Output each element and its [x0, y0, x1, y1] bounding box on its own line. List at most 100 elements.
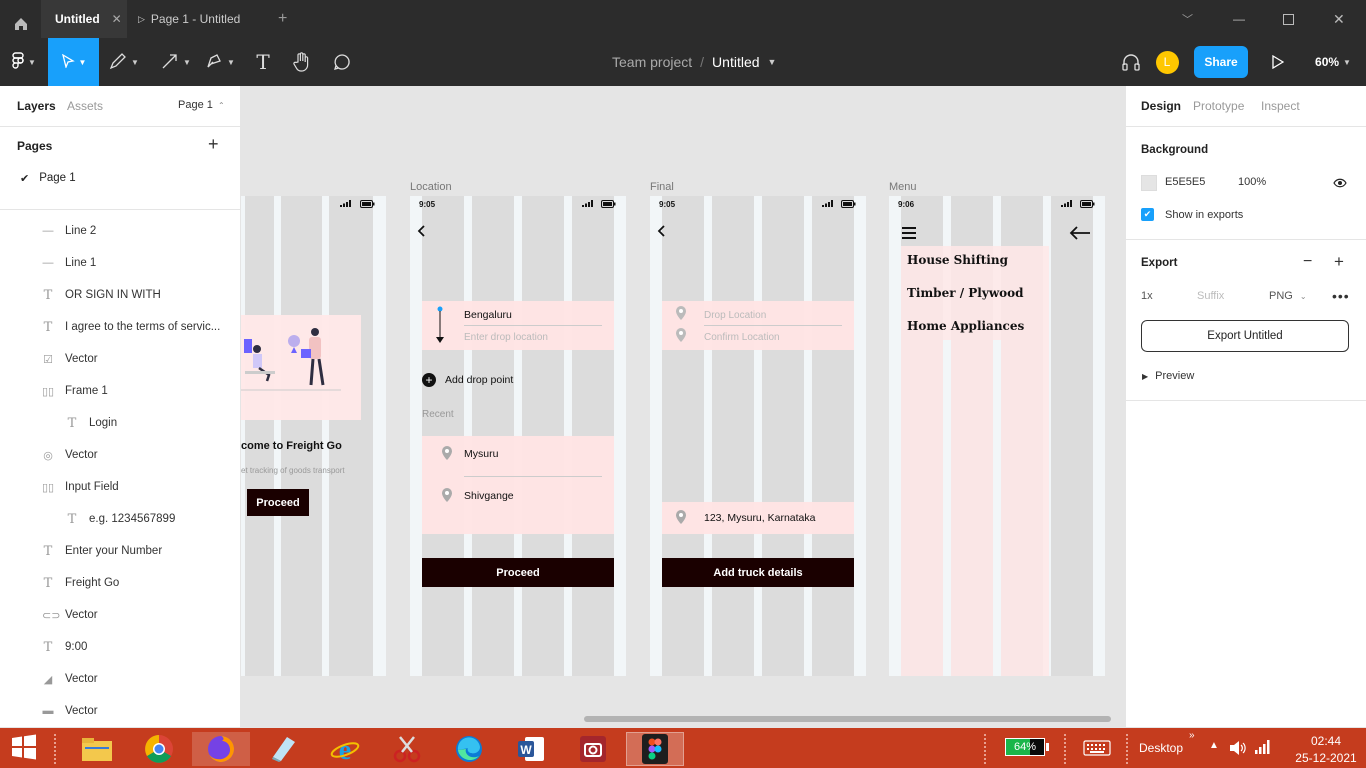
eye-icon[interactable] — [1333, 177, 1347, 191]
menu-item[interactable]: House Shifting — [907, 253, 1008, 267]
notepad-icon[interactable] — [261, 732, 305, 766]
layer-row[interactable]: — Line 1 — [0, 247, 240, 279]
present-play-icon[interactable] — [1266, 38, 1290, 86]
back-chevron-icon[interactable] — [417, 225, 427, 240]
layer-row[interactable]: ☑ Vector — [0, 343, 240, 375]
hand-tool-icon[interactable] — [288, 38, 316, 86]
tab-layers[interactable]: Layers — [17, 99, 56, 113]
preview-toggle[interactable]: ▶ Preview — [1142, 370, 1194, 382]
window-close-icon[interactable]: ✕ — [1333, 0, 1345, 38]
canvas[interactable]: come to Freight Go et tracking of goods … — [241, 86, 1125, 727]
headphones-icon[interactable] — [1118, 38, 1144, 86]
word-icon[interactable]: W — [509, 732, 553, 766]
add-truck-details-button[interactable]: Add truck details — [662, 558, 854, 587]
add-drop-point-button[interactable]: + Add drop point — [422, 373, 513, 387]
main-menu-button[interactable]: ▼ — [0, 38, 48, 86]
layer-row[interactable]: ▯▯ Frame 1 — [0, 375, 240, 407]
from-location[interactable]: Bengaluru — [464, 309, 512, 321]
location-proceed-button[interactable]: Proceed — [422, 558, 614, 587]
figma-app-icon[interactable] — [626, 732, 684, 766]
chrome-icon[interactable] — [137, 732, 181, 766]
background-color-swatch[interactable] — [1141, 175, 1157, 191]
double-chevron-icon[interactable]: » — [1189, 730, 1195, 741]
menu-frame[interactable]: 9:06 House Shifting Timber / Plywood Hom… — [889, 196, 1105, 676]
layer-row[interactable]: T OR SIGN IN WITH — [0, 279, 240, 311]
show-in-exports-checkbox[interactable]: ✔ Show in exports — [1141, 208, 1243, 221]
file-explorer-icon[interactable] — [75, 732, 119, 766]
add-page-icon[interactable]: + — [208, 135, 219, 153]
tab-page1-untitled[interactable]: ▷ Page 1 - Untitled — [138, 0, 240, 38]
desktop-toolbar-label[interactable]: Desktop — [1139, 741, 1183, 755]
background-hex-input[interactable]: E5E5E5 — [1165, 176, 1205, 188]
layer-row[interactable]: ◎ Vector — [0, 439, 240, 471]
location-frame[interactable]: 9:05 Bengaluru Enter drop location + Add… — [410, 196, 626, 676]
tab-prototype[interactable]: Prototype — [1193, 99, 1244, 113]
back-arrow-icon[interactable] — [1069, 226, 1091, 243]
drop-location-input[interactable]: Enter drop location — [464, 332, 548, 343]
chevron-down-icon[interactable]: ﹀ — [1182, 0, 1193, 38]
hamburger-menu-icon[interactable] — [902, 227, 916, 242]
pen-tool-button[interactable]: ▼ — [200, 38, 240, 86]
chevron-down-icon[interactable]: ▼ — [768, 57, 777, 67]
close-icon[interactable]: ✕ — [112, 12, 122, 26]
tab-design[interactable]: Design — [1141, 99, 1181, 113]
arrow-tool-button[interactable]: ▼ — [158, 38, 194, 86]
background-opacity-input[interactable]: 100% — [1238, 176, 1266, 188]
snipping-tool-icon[interactable] — [385, 732, 429, 766]
maximize-icon[interactable] — [1283, 0, 1294, 38]
layer-row[interactable]: Te.g. 1234567899 — [0, 503, 240, 535]
layer-row[interactable]: ◢ Vector — [0, 663, 240, 695]
comment-tool-icon[interactable] — [328, 38, 356, 86]
welcome-proceed-button[interactable]: Proceed — [247, 489, 309, 516]
windows-start-icon[interactable] — [2, 730, 46, 764]
back-chevron-icon[interactable] — [657, 225, 667, 240]
avatar[interactable]: L — [1155, 38, 1179, 86]
menu-item[interactable]: Timber / Plywood — [907, 286, 1024, 300]
layer-row[interactable]: T I agree to the terms of servic... — [0, 311, 240, 343]
tab-untitled[interactable]: Untitled ✕ — [41, 0, 127, 38]
layer-row[interactable]: ▯▯ Input Field — [0, 471, 240, 503]
move-tool-button[interactable]: ▼ — [48, 38, 99, 86]
menu-item[interactable]: Home Appliances — [907, 319, 1024, 333]
text-tool-icon[interactable]: T — [250, 38, 276, 86]
add-tab-button[interactable]: + — [278, 0, 287, 38]
clock-time[interactable]: 02:44 — [1306, 734, 1346, 748]
recent-item[interactable]: Mysuru — [464, 448, 498, 460]
layer-row[interactable]: T Login — [0, 407, 240, 439]
speaker-icon[interactable] — [1229, 740, 1247, 759]
remove-export-icon[interactable]: − — [1303, 253, 1312, 271]
recent-item[interactable]: Shivgange — [464, 490, 514, 502]
edge-icon[interactable] — [447, 732, 491, 766]
frame-tool-button[interactable]: ▼ — [104, 38, 144, 86]
page-selector[interactable]: Page 1 ⌃ — [178, 99, 225, 111]
share-button[interactable]: Share — [1194, 46, 1248, 78]
tab-assets[interactable]: Assets — [67, 99, 103, 113]
file-name[interactable]: Untitled — [712, 54, 759, 70]
export-button[interactable]: Export Untitled — [1141, 320, 1349, 352]
layer-row[interactable]: ▬ Vector — [0, 695, 240, 727]
minimize-icon[interactable]: — — [1233, 0, 1245, 38]
internet-explorer-icon[interactable]: e — [323, 732, 367, 766]
battery-indicator[interactable]: 64% — [1005, 738, 1045, 756]
export-scale-input[interactable]: 1x — [1141, 290, 1153, 302]
export-suffix-input[interactable]: Suffix — [1197, 290, 1224, 302]
tab-inspect[interactable]: Inspect — [1261, 99, 1300, 113]
export-format-dropdown[interactable]: PNG ⌄ — [1269, 290, 1307, 302]
confirm-location-input[interactable]: Confirm Location — [704, 332, 780, 343]
layer-row[interactable]: ⊂⊃ Vector — [0, 599, 240, 631]
layer-row[interactable]: — Line 2 — [0, 215, 240, 247]
chevron-up-icon[interactable]: ▲ — [1209, 740, 1219, 751]
layer-row[interactable]: T 9:00 — [0, 631, 240, 663]
final-frame[interactable]: 9:05 Drop Location Confirm Location 123,… — [650, 196, 866, 676]
keyboard-icon[interactable] — [1083, 740, 1111, 759]
add-export-icon[interactable]: + — [1334, 252, 1344, 272]
page-item-page1[interactable]: ✔ Page 1 — [0, 166, 240, 190]
clock-date[interactable]: 25-12-2021 — [1288, 751, 1364, 765]
network-signal-icon[interactable] — [1255, 740, 1271, 757]
drop-location-input[interactable]: Drop Location — [704, 310, 766, 321]
camera-app-icon[interactable] — [571, 732, 615, 766]
layer-row[interactable]: T Enter your Number — [0, 535, 240, 567]
zoom-dropdown[interactable]: 60% ▼ — [1310, 38, 1356, 86]
welcome-frame[interactable]: come to Freight Go et tracking of goods … — [241, 196, 386, 676]
team-project-link[interactable]: Team project — [612, 54, 692, 70]
